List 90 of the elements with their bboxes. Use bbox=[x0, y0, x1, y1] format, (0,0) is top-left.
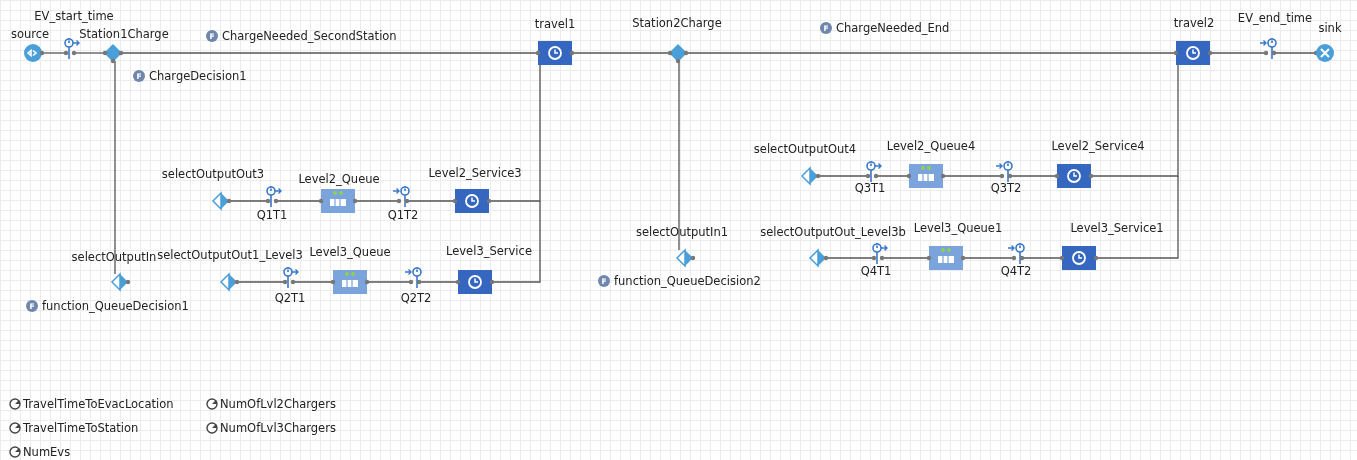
decision-node bbox=[667, 44, 689, 64]
stopwatch-start-icon bbox=[265, 185, 282, 208]
block-label: Level3_Service1 bbox=[1070, 221, 1164, 235]
connector-line bbox=[1021, 257, 1063, 259]
block-label: EV_start_time bbox=[34, 9, 114, 23]
delay-block bbox=[1054, 164, 1094, 188]
block-label: Q4T1 bbox=[860, 264, 892, 278]
select-output-node bbox=[219, 272, 240, 292]
connector-line bbox=[366, 281, 412, 283]
stopwatch-start-icon bbox=[871, 242, 888, 265]
block-label: Level3_Queue1 bbox=[913, 221, 1003, 235]
block-label: Station1Charge bbox=[79, 27, 169, 41]
parameter-label: NumOfLvl2Chargers bbox=[220, 397, 336, 411]
parameter-label: NumOfLvl3Chargers bbox=[220, 421, 336, 435]
decision-node bbox=[102, 44, 124, 64]
delay-block bbox=[1059, 246, 1099, 270]
block-label: Level3_Service bbox=[446, 244, 532, 258]
function-label: function_QueueDecision2 bbox=[614, 274, 761, 288]
connector-line bbox=[418, 281, 459, 283]
block-label: travel2 bbox=[1173, 16, 1215, 30]
parameter-icon bbox=[206, 398, 218, 410]
block-label: Station2Charge bbox=[632, 16, 722, 30]
queue-block bbox=[330, 270, 370, 294]
parameter-icon bbox=[9, 398, 21, 410]
select-output-node bbox=[211, 191, 232, 211]
block-label: selectOutputOut3 bbox=[161, 167, 265, 181]
delay-block bbox=[452, 189, 492, 213]
parameter-label: TravelTimeToStation bbox=[23, 421, 139, 435]
stopwatch-end-icon bbox=[392, 185, 410, 208]
select-output-node bbox=[800, 166, 821, 186]
select-output-node bbox=[675, 248, 696, 268]
function-label: ChargeNeeded_SecondStation bbox=[222, 29, 397, 43]
stopwatch-end-icon bbox=[1259, 37, 1277, 60]
select-output-node bbox=[110, 272, 131, 292]
stopwatch-start-icon bbox=[282, 266, 299, 289]
stopwatch-end-icon bbox=[995, 160, 1013, 183]
block-label: Q3T1 bbox=[854, 181, 886, 195]
connector-line bbox=[73, 52, 106, 54]
parameter-label: NumEvs bbox=[23, 445, 71, 459]
block-label: Q2T2 bbox=[400, 291, 432, 305]
connector-line bbox=[1209, 52, 1267, 54]
block-label: selectOutputOut_Level3b bbox=[760, 225, 906, 239]
function-label: ChargeDecision1 bbox=[149, 69, 247, 83]
block-label: source bbox=[10, 27, 50, 41]
connector-line bbox=[275, 200, 322, 202]
block-label: Level2_Service4 bbox=[1051, 139, 1145, 153]
stopwatch-start-icon bbox=[63, 37, 80, 60]
sink-node bbox=[1313, 44, 1334, 62]
connector-line bbox=[1273, 52, 1317, 54]
queue-block bbox=[926, 246, 966, 270]
connector-line bbox=[354, 200, 400, 202]
queue-block bbox=[906, 164, 946, 188]
block-label: EV_end_time bbox=[1237, 11, 1313, 25]
connector-line bbox=[1009, 175, 1058, 177]
connector-line bbox=[942, 175, 1003, 177]
block-label: Level2_Queue4 bbox=[886, 139, 976, 153]
block-label: Q2T1 bbox=[274, 291, 306, 305]
delay-block bbox=[1173, 41, 1213, 65]
parameter-label: TravelTimeToEvacLocation bbox=[23, 397, 174, 411]
block-label: Q1T1 bbox=[256, 208, 288, 222]
delay-block bbox=[535, 41, 575, 65]
block-label: selectOutputIn1 bbox=[635, 225, 729, 239]
parameter-icon bbox=[9, 422, 21, 434]
block-label: selectOutputOut1_Level3 bbox=[157, 248, 303, 262]
connector-line bbox=[881, 257, 930, 259]
connector-line bbox=[41, 52, 67, 54]
connector-line bbox=[406, 200, 456, 202]
block-label: selectOutputOut4 bbox=[753, 142, 857, 156]
function-label: function_QueueDecision1 bbox=[42, 299, 189, 313]
function-label: ChargeNeeded_End bbox=[836, 21, 950, 35]
block-label: Q3T2 bbox=[990, 181, 1022, 195]
parameter-icon bbox=[206, 422, 218, 434]
stopwatch-end-icon bbox=[1007, 242, 1025, 265]
block-label: Level2_Queue bbox=[298, 172, 380, 186]
block-label: Q4T2 bbox=[1000, 264, 1032, 278]
select-output-node bbox=[808, 248, 829, 268]
block-label: sink bbox=[1318, 21, 1342, 35]
stopwatch-end-icon bbox=[404, 266, 422, 289]
block-label: Level2_Service3 bbox=[428, 166, 522, 180]
queue-block bbox=[318, 189, 358, 213]
block-label: Q1T2 bbox=[387, 208, 419, 222]
block-label: selectOutputIn bbox=[71, 250, 157, 264]
delay-block bbox=[455, 270, 495, 294]
source-node bbox=[24, 44, 45, 62]
connector-line bbox=[292, 281, 334, 283]
block-label: Level3_Queue bbox=[309, 245, 391, 259]
connector-line bbox=[962, 257, 1015, 259]
connector-line bbox=[875, 175, 910, 177]
block-label: travel1 bbox=[534, 17, 576, 31]
stopwatch-start-icon bbox=[865, 160, 882, 183]
